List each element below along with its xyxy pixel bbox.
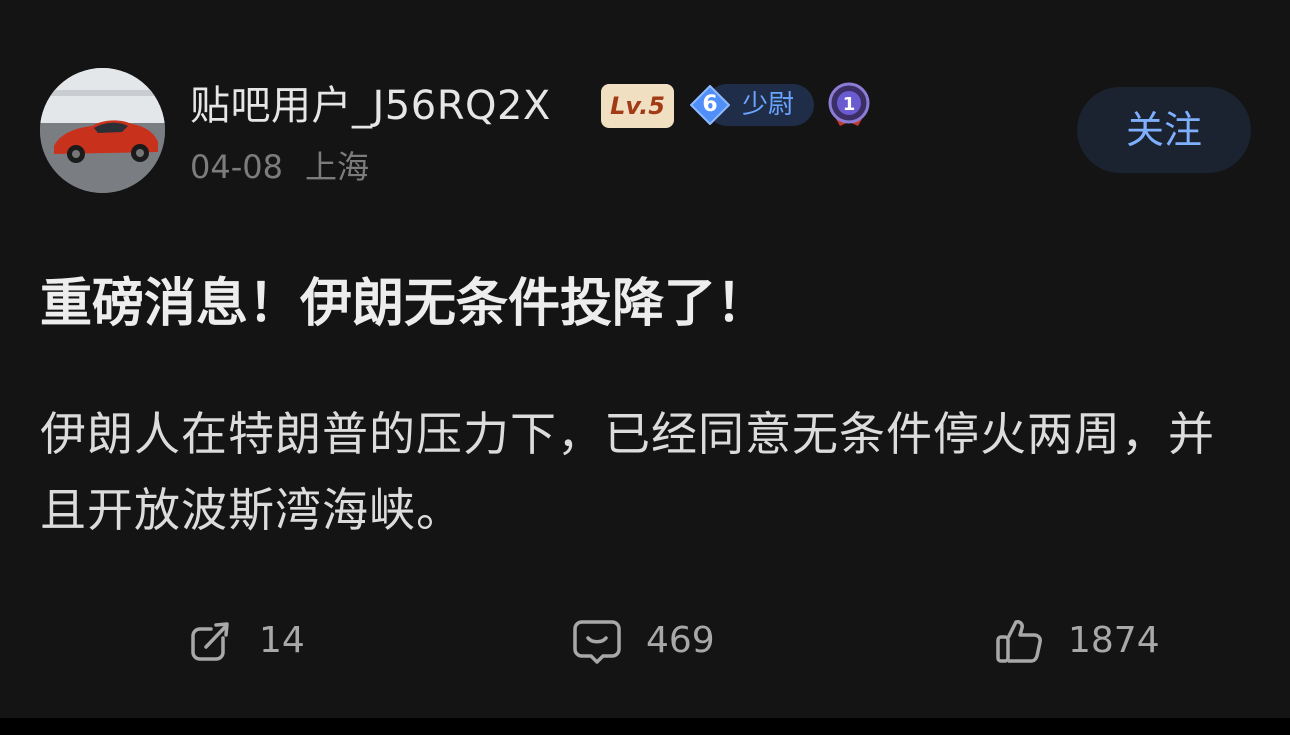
avatar-car-image [40, 68, 165, 193]
post-date: 04-08 [190, 148, 283, 186]
like-button[interactable]: 1874 [994, 612, 1160, 670]
bottom-strip [0, 718, 1290, 735]
share-arrow-icon [191, 622, 229, 661]
avatar[interactable] [40, 68, 165, 193]
post-screen: 贴吧用户_J56RQ2X Lv.5 6 少尉 1 04-08 上海 关注 重磅消息… [0, 0, 1290, 718]
medal-number: 1 [843, 94, 856, 115]
rank-number: 6 [702, 92, 718, 117]
follow-button[interactable]: 关注 [1077, 87, 1251, 173]
post-title: 重磅消息！伊朗无条件投降了！ [40, 274, 769, 334]
comment-bubble-icon [573, 620, 621, 664]
level-badge: Lv.5 [601, 84, 674, 128]
like-count: 1874 [1068, 620, 1160, 661]
thumbs-up-icon [996, 620, 1042, 663]
post-location: 上海 [304, 148, 369, 186]
rank-title: 少尉 [742, 90, 795, 120]
comment-count: 469 [646, 620, 715, 661]
share-button[interactable]: 14 [185, 612, 305, 670]
post-body: 伊朗人在特朗普的压力下，已经同意无条件停火两周，并且开放波斯湾海峡。 [40, 407, 1215, 537]
username[interactable]: 贴吧用户_J56RQ2X [190, 78, 551, 134]
post-meta: 04-08 上海 [190, 145, 369, 189]
comment-button[interactable]: 469 [572, 612, 715, 670]
rank-badge[interactable]: 6 少尉 [686, 82, 814, 128]
medal-icon[interactable]: 1 [826, 82, 872, 130]
share-count: 14 [259, 620, 305, 661]
